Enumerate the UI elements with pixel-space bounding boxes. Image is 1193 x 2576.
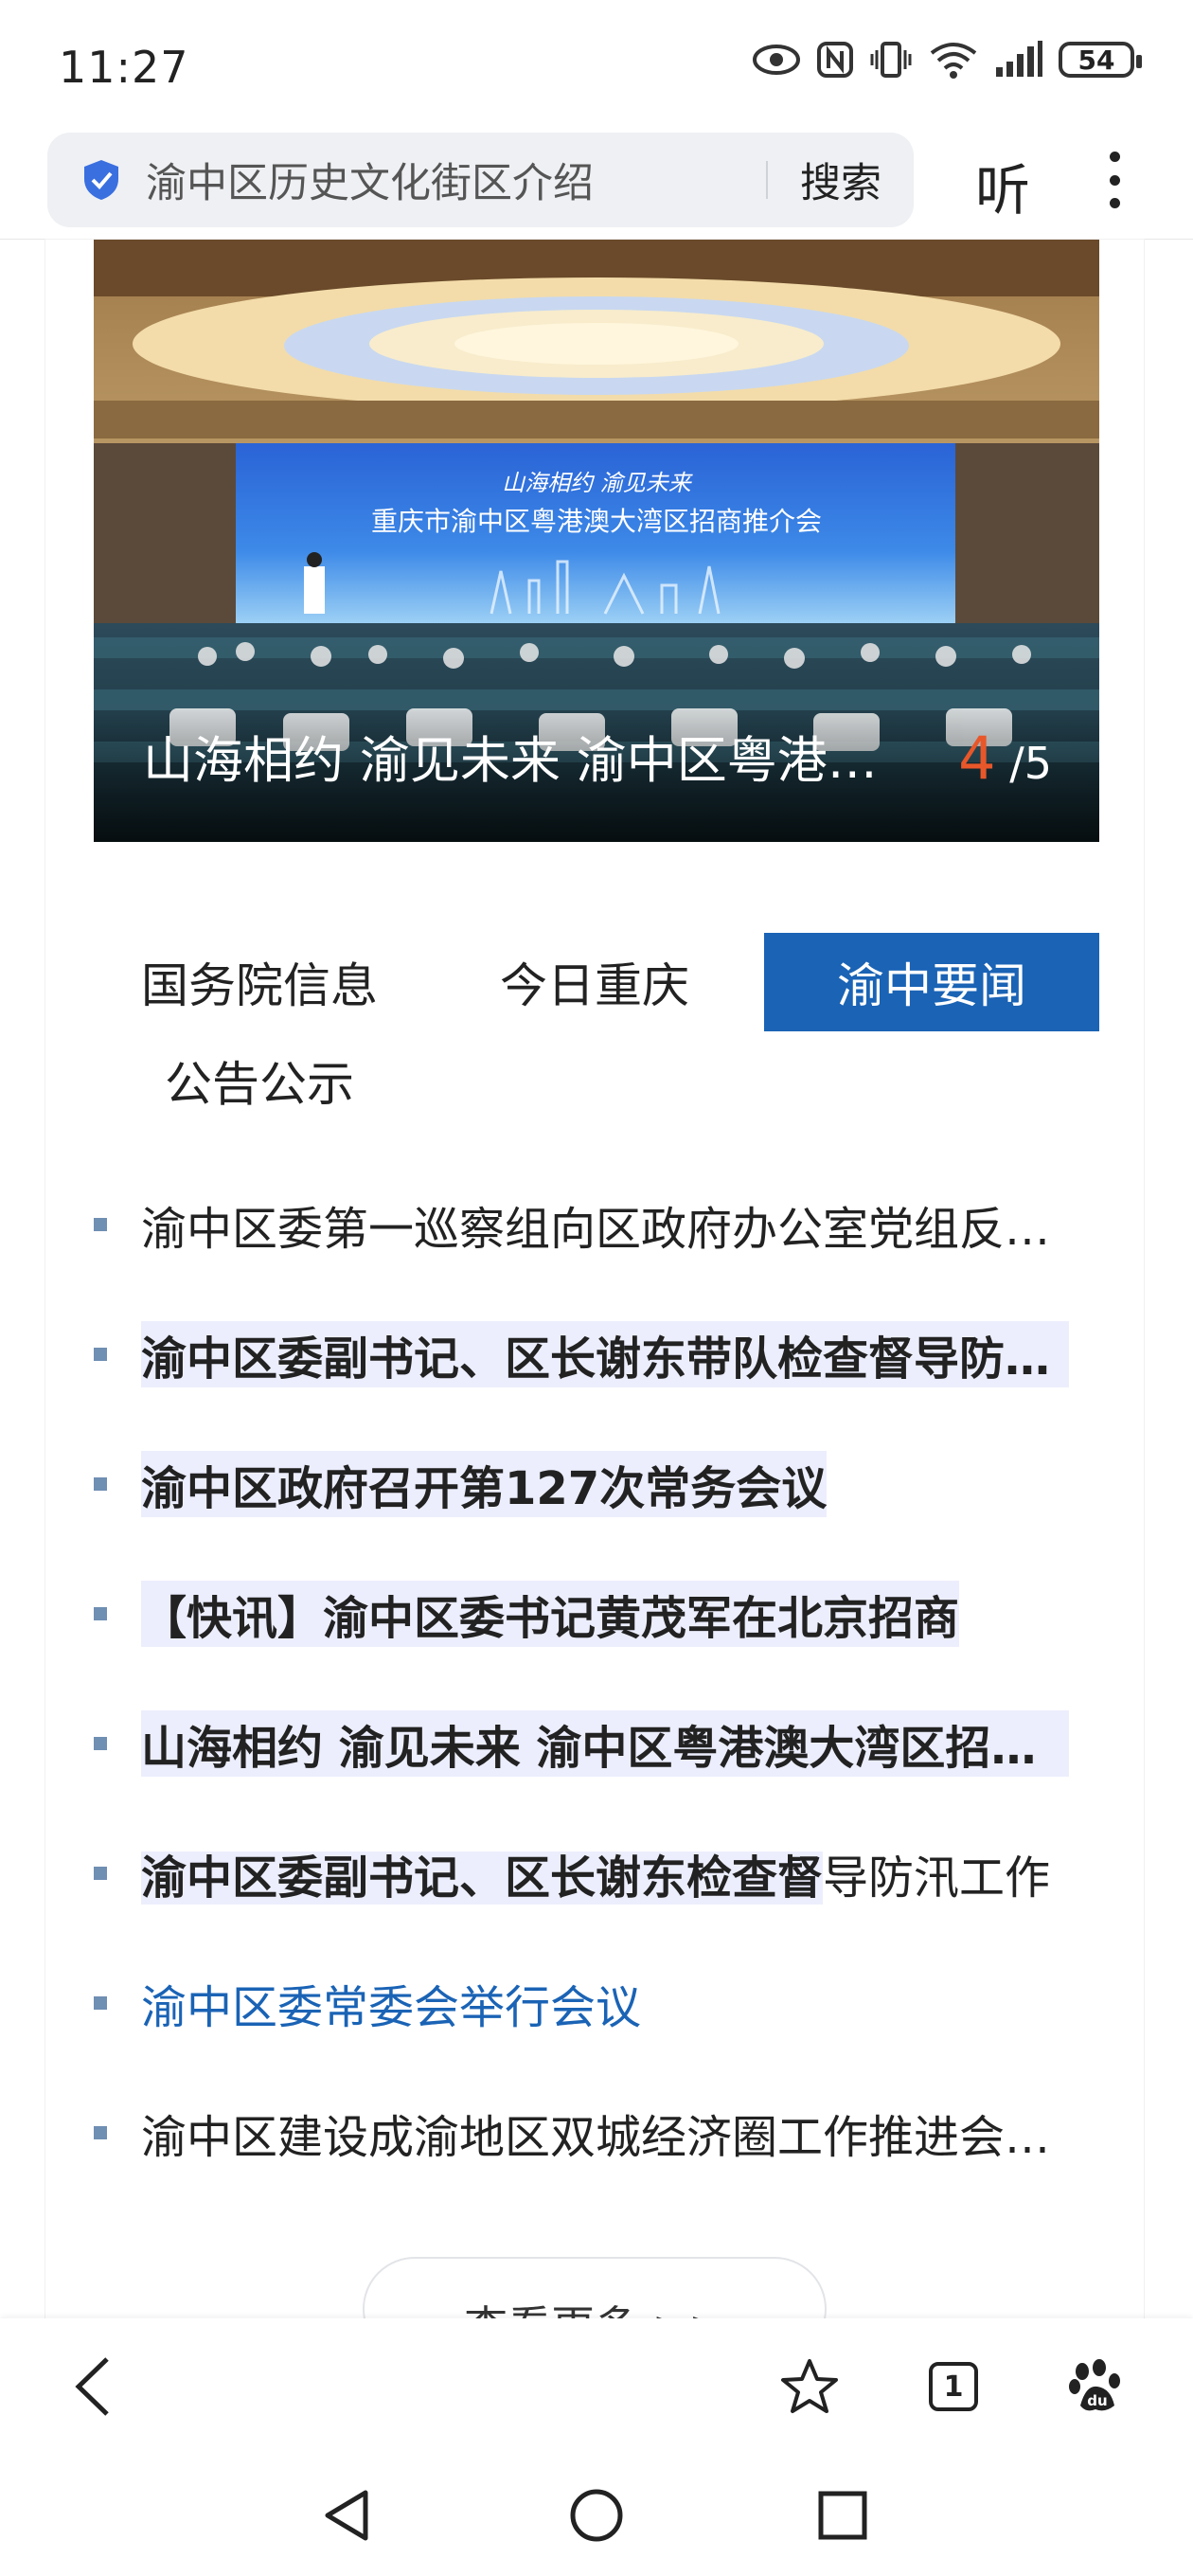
- baidu-paw-icon[interactable]: du: [1058, 2349, 1133, 2424]
- listen-button[interactable]: 听: [975, 146, 1030, 225]
- system-nav-bar: [0, 2451, 1193, 2576]
- bullet-icon: [94, 1996, 107, 2010]
- news-item[interactable]: 渝中区委副书记、区长谢东检查督导防汛工作: [94, 1835, 1099, 1911]
- news-carousel[interactable]: 山海相约 渝见未来 重庆市渝中区粤港澳大湾区招商推介会 山海相约 渝见未来 渝中…: [94, 240, 1099, 842]
- status-icons: 54: [752, 40, 1142, 80]
- bullet-icon: [94, 1607, 107, 1620]
- signal-icon: [994, 41, 1043, 79]
- tab-count: 1: [929, 2362, 978, 2411]
- nav-recents-icon[interactable]: [807, 2479, 879, 2551]
- nfc-icon: [816, 41, 854, 79]
- news-title-rest: 导防汛工作: [823, 1852, 1051, 1905]
- news-title[interactable]: 渝中区建设成渝地区双城经济圈工作推进会召开: [141, 2100, 1069, 2166]
- bullet-icon: [94, 1867, 107, 1880]
- battery-icon: 54: [1059, 42, 1142, 78]
- status-time: 11:27: [59, 42, 189, 93]
- news-title[interactable]: 山海相约 渝见未来 渝中区粤港澳大湾区招商推介会: [141, 1710, 1069, 1777]
- search-box[interactable]: 渝中区历史文化街区介绍 搜索: [47, 133, 914, 227]
- carousel-counter-current: 4: [958, 724, 996, 793]
- shield-icon: [81, 158, 121, 202]
- search-input[interactable]: 渝中区历史文化街区介绍: [146, 151, 766, 209]
- bullet-icon: [94, 2126, 107, 2139]
- news-title-bold: 渝中区委副书记、区长谢东检查督: [141, 1852, 824, 1905]
- bullet-icon: [94, 1477, 107, 1491]
- carousel-counter: 4 /5: [958, 724, 1052, 793]
- wifi-icon: [928, 40, 979, 80]
- eye-icon: [752, 43, 801, 77]
- tabs-icon[interactable]: 1: [916, 2349, 991, 2424]
- nav-back-icon[interactable]: [311, 2479, 383, 2551]
- news-title[interactable]: 渝中区政府召开第127次常务会议: [141, 1451, 828, 1517]
- tab-yuzhong-news[interactable]: 渝中要闻: [764, 933, 1099, 1031]
- status-bar: 11:27 54: [0, 0, 1193, 133]
- tab-state-council-info[interactable]: 国务院信息: [94, 933, 425, 1031]
- nav-home-icon[interactable]: [561, 2479, 632, 2551]
- back-arrow-icon[interactable]: [55, 2349, 131, 2424]
- news-title[interactable]: 渝中区委副书记、区长谢东带队检查督导防汛工作: [141, 1321, 1069, 1387]
- news-item[interactable]: 【快讯】渝中区委书记黄茂军在北京招商: [94, 1576, 1099, 1652]
- news-item[interactable]: 渝中区建设成渝地区双城经济圈工作推进会召开: [94, 2095, 1099, 2171]
- screen-line-1: 山海相约 渝见未来: [502, 470, 693, 496]
- news-title[interactable]: 渝中区委副书记、区长谢东检查督导防汛工作: [141, 1840, 1050, 1906]
- news-title[interactable]: 【快讯】渝中区委书记黄茂军在北京招商: [141, 1581, 960, 1647]
- search-divider: [766, 161, 768, 199]
- news-item[interactable]: 山海相约 渝见未来 渝中区粤港澳大湾区招商推介会: [94, 1706, 1099, 1781]
- news-item[interactable]: 渝中区委副书记、区长谢东带队检查督导防汛工作: [94, 1316, 1099, 1392]
- news-title[interactable]: 渝中区委第一巡察组向区政府办公室党组反馈巡察情况: [141, 1191, 1069, 1258]
- browser-toolbar: 1 du: [0, 2318, 1193, 2451]
- bullet-icon: [94, 1218, 107, 1231]
- tab-today-chongqing[interactable]: 今日重庆: [425, 933, 764, 1031]
- search-button[interactable]: 搜索: [800, 151, 881, 209]
- vibrate-icon: [869, 41, 913, 79]
- carousel-caption[interactable]: 山海相约 渝见未来 渝中区粤港澳大湾区招商推介会: [143, 721, 919, 793]
- news-title[interactable]: 渝中区委常委会举行会议: [141, 1970, 641, 2036]
- more-menu-icon[interactable]: [1108, 152, 1121, 208]
- page-content: 山海相约 渝见未来 重庆市渝中区粤港澳大湾区招商推介会 山海相约 渝见未来 渝中…: [45, 240, 1144, 2361]
- news-item[interactable]: 渝中区委常委会举行会议: [94, 1965, 1099, 2041]
- tab-announcements[interactable]: 公告公示: [94, 1031, 425, 1130]
- news-item[interactable]: 渝中区政府召开第127次常务会议: [94, 1446, 1099, 1522]
- star-icon[interactable]: [772, 2349, 847, 2424]
- svg-text:du: du: [1087, 2392, 1107, 2409]
- address-bar: 渝中区历史文化街区介绍 搜索 听: [0, 133, 1193, 240]
- screen-line-2: 重庆市渝中区粤港澳大湾区招商推介会: [371, 506, 822, 537]
- news-item[interactable]: 渝中区委第一巡察组向区政府办公室党组反馈巡察情况: [94, 1187, 1099, 1262]
- bullet-icon: [94, 1348, 107, 1361]
- carousel-counter-total: /5: [1009, 738, 1052, 789]
- bullet-icon: [94, 1737, 107, 1750]
